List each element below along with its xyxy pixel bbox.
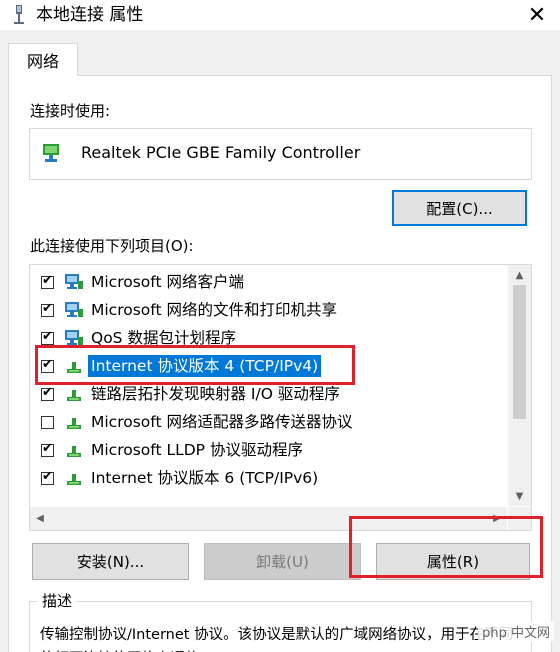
- list-item[interactable]: ✔ Microsoft 网络的文件和打印机共享: [30, 297, 507, 325]
- item-checkbox[interactable]: ✔: [41, 357, 54, 373]
- adapter-name: Realtek PCIe GBE Family Controller: [81, 143, 361, 162]
- window-title: 本地连接 属性: [36, 5, 144, 25]
- dialog-client-area: 网络 连接时使用: Realtek PCIe GBE Family Contro…: [0, 30, 560, 652]
- list-item[interactable]: ✔ Microsoft 网络客户端: [30, 269, 507, 297]
- vertical-scroll-thumb[interactable]: [513, 285, 526, 419]
- protocol-icon: [64, 468, 84, 488]
- close-icon: ✕: [527, 2, 547, 28]
- connect-using-label: 连接时使用:: [30, 102, 111, 120]
- protocol-icon: [64, 440, 84, 460]
- network-adapter-icon: [41, 141, 65, 165]
- item-checkbox[interactable]: ✔: [41, 273, 54, 289]
- item-label: Microsoft 网络适配器多路传送器协议: [91, 413, 353, 431]
- item-checkbox[interactable]: ✔: [41, 329, 54, 345]
- items-label: 此连接使用下列项目(O):: [30, 237, 194, 255]
- item-checkbox[interactable]: ✔: [41, 441, 54, 457]
- checkmark-icon: ✔: [42, 385, 53, 400]
- list-item[interactable]: ✔ Internet 协议版本 4 (TCP/IPv4): [30, 353, 507, 381]
- watermark: php 中文网: [478, 621, 554, 642]
- list-item[interactable]: Microsoft 网络适配器多路传送器协议: [30, 409, 507, 437]
- item-checkbox[interactable]: [41, 416, 54, 429]
- protocol-icon: [64, 356, 84, 376]
- scroll-right-icon[interactable]: ▶: [487, 507, 507, 530]
- description-title: 描述: [38, 591, 77, 611]
- item-checkbox[interactable]: ✔: [41, 385, 54, 401]
- properties-dialog: 本地连接 属性 ✕ 网络 连接时使用: Realtek PCIe GBE Fam: [0, 0, 560, 652]
- install-button[interactable]: 安装(N)...: [32, 543, 189, 580]
- item-label: Internet 协议版本 4 (TCP/IPv4): [88, 355, 322, 377]
- items-listbox[interactable]: ✔ Microsoft 网络客户端 ✔ Microsoft 网络的文件和打印机共享 ✔ Q…: [29, 264, 532, 531]
- description-text: 传输控制协议/Internet 协议。该协议是默认的广域网络协议，用于在不同的相…: [40, 627, 513, 652]
- tab-network[interactable]: 网络: [8, 43, 78, 76]
- title-bar: 本地连接 属性 ✕: [0, 0, 560, 30]
- horizontal-scrollbar[interactable]: ◀ ▶: [30, 507, 507, 530]
- uninstall-button[interactable]: 卸载(U): [204, 543, 361, 580]
- scrollbar-corner: [508, 507, 531, 530]
- items-list: ✔ Microsoft 网络客户端 ✔ Microsoft 网络的文件和打印机共享 ✔ Q…: [30, 265, 507, 506]
- protocol-icon: [64, 384, 84, 404]
- protocol-icon: [64, 412, 84, 432]
- checkmark-icon: ✔: [42, 469, 53, 484]
- tab-panel: 连接时使用: Realtek PCIe GBE Family Controlle…: [8, 75, 552, 652]
- list-item[interactable]: ✔ Microsoft LLDP 协议驱动程序: [30, 437, 507, 465]
- adapter-field: Realtek PCIe GBE Family Controller: [29, 128, 532, 180]
- list-item[interactable]: ✔ QoS 数据包计划程序: [30, 325, 507, 353]
- item-label: Microsoft LLDP 协议驱动程序: [91, 441, 303, 459]
- item-label: QoS 数据包计划程序: [91, 329, 236, 347]
- scroll-up-icon[interactable]: ▲: [508, 265, 531, 285]
- checkmark-icon: ✔: [42, 301, 53, 316]
- scroll-left-icon[interactable]: ◀: [30, 507, 50, 530]
- list-item[interactable]: ✔ Internet 协议版本 6 (TCP/IPv6): [30, 465, 507, 493]
- item-label: Internet 协议版本 6 (TCP/IPv6): [91, 469, 319, 487]
- checkmark-icon: ✔: [42, 329, 53, 344]
- checkmark-icon: ✔: [42, 441, 53, 456]
- item-checkbox[interactable]: ✔: [41, 301, 54, 317]
- checkmark-icon: ✔: [42, 273, 53, 288]
- checkmark-icon: ✔: [42, 357, 53, 372]
- scroll-down-icon[interactable]: ▼: [508, 486, 531, 506]
- list-item[interactable]: ✔ 链路层拓扑发现映射器 I/O 驱动程序: [30, 381, 507, 409]
- vertical-scrollbar[interactable]: ▲ ▼: [508, 265, 531, 506]
- network-client-icon: [64, 300, 84, 320]
- item-label: Microsoft 网络客户端: [91, 273, 244, 291]
- close-button[interactable]: ✕: [514, 0, 560, 30]
- network-client-icon: [64, 328, 84, 348]
- item-label: 链路层拓扑发现映射器 I/O 驱动程序: [91, 385, 340, 403]
- tab-label: 网络: [26, 52, 59, 71]
- item-label: Microsoft 网络的文件和打印机共享: [91, 301, 337, 319]
- network-connection-icon: [10, 4, 28, 26]
- configure-button[interactable]: 配置(C)...: [392, 190, 527, 226]
- network-client-icon: [64, 272, 84, 292]
- properties-button[interactable]: 属性(R): [376, 543, 530, 580]
- item-checkbox[interactable]: ✔: [41, 469, 54, 485]
- description-group: 描述 传输控制协议/Internet 协议。该协议是默认的广域网络协议，用于在不…: [29, 591, 532, 652]
